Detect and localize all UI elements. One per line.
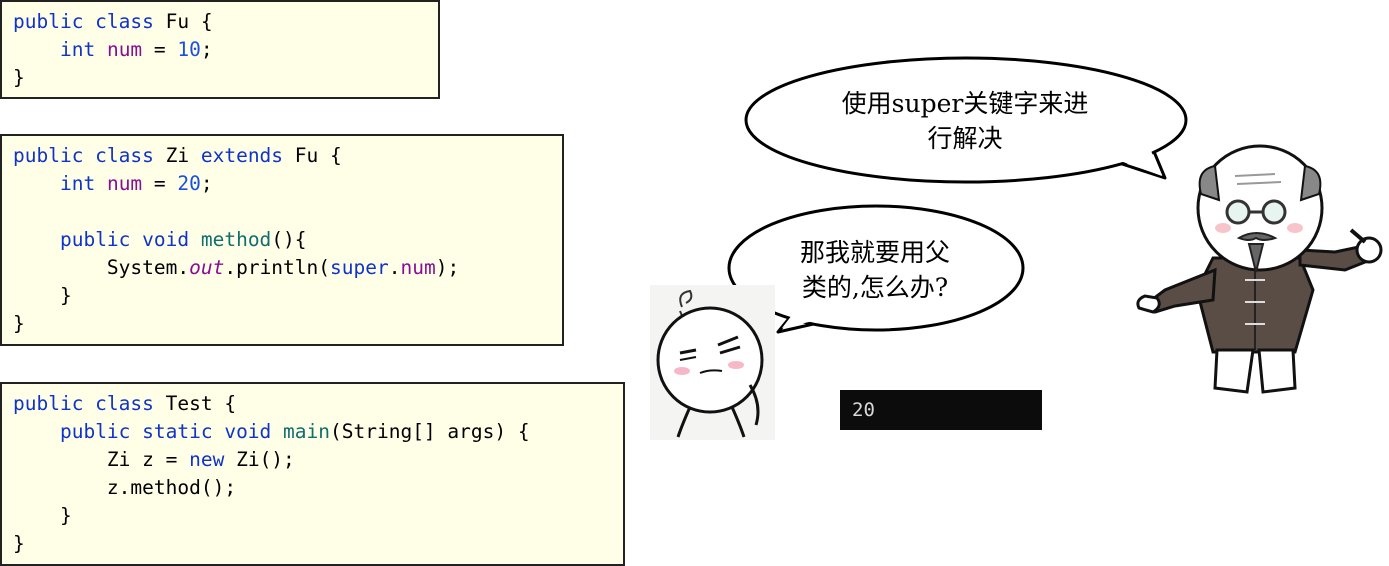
student-bubble-text: 那我就要用父 类的,怎么办? <box>760 235 990 305</box>
student-character-illustration <box>650 285 775 440</box>
teacher-character-illustration <box>1136 144 1383 394</box>
student-bubble-line-1: 那我就要用父 <box>799 238 950 267</box>
student-bubble-line-2: 类的,怎么办? <box>801 273 949 302</box>
